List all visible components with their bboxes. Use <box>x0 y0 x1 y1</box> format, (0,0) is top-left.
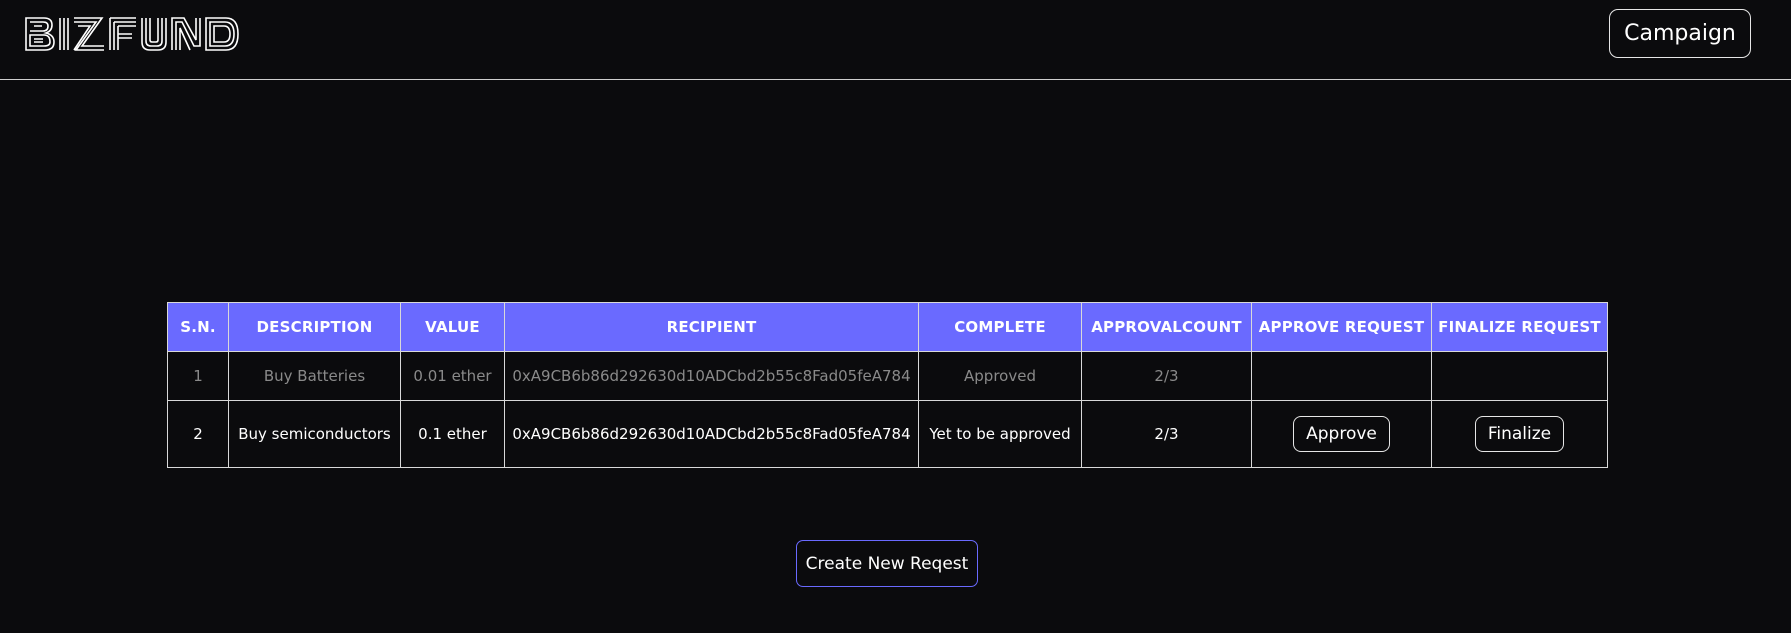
header-value: VALUE <box>400 302 505 352</box>
create-new-request-button[interactable]: Create New Reqest <box>796 540 978 587</box>
cell-value: 0.01 ether <box>400 351 505 401</box>
cell-finalize-request <box>1431 351 1608 401</box>
table-header-row: S.N. DESCRIPTION VALUE RECIPIENT COMPLET… <box>167 302 1608 352</box>
bizfund-logo[interactable] <box>24 14 250 54</box>
table-row: 1 Buy Batteries 0.01 ether 0xA9CB6b86d29… <box>167 351 1608 401</box>
header-complete: COMPLETE <box>918 302 1082 352</box>
header-description: DESCRIPTION <box>228 302 401 352</box>
cell-finalize-request: Finalize <box>1431 400 1608 468</box>
cell-recipient: 0xA9CB6b86d292630d10ADCbd2b55c8Fad05feA7… <box>504 351 919 401</box>
campaign-button[interactable]: Campaign <box>1609 9 1751 58</box>
requests-table: S.N. DESCRIPTION VALUE RECIPIENT COMPLET… <box>167 302 1608 468</box>
header-approval-count: APPROVALCOUNT <box>1081 302 1252 352</box>
cell-approval-count: 2/3 <box>1081 400 1252 468</box>
table-row: 2 Buy semiconductors 0.1 ether 0xA9CB6b8… <box>167 400 1608 468</box>
cell-description: Buy semiconductors <box>228 400 401 468</box>
requests-table-container: S.N. DESCRIPTION VALUE RECIPIENT COMPLET… <box>167 302 1608 468</box>
cell-approval-count: 2/3 <box>1081 351 1252 401</box>
cell-sn: 1 <box>167 351 229 401</box>
cell-value: 0.1 ether <box>400 400 505 468</box>
finalize-button[interactable]: Finalize <box>1474 416 1565 452</box>
cell-recipient: 0xA9CB6b86d292630d10ADCbd2b55c8Fad05feA7… <box>504 400 919 468</box>
header-sn: S.N. <box>167 302 229 352</box>
navbar: Campaign <box>0 0 1791 80</box>
cell-sn: 2 <box>167 400 229 468</box>
cell-complete: Approved <box>918 351 1082 401</box>
header-finalize-request: FINALIZE REQUEST <box>1431 302 1608 352</box>
cell-approve-request: Approve <box>1251 400 1432 468</box>
approve-button[interactable]: Approve <box>1293 416 1390 452</box>
cell-complete: Yet to be approved <box>918 400 1082 468</box>
cell-description: Buy Batteries <box>228 351 401 401</box>
cell-approve-request <box>1251 351 1432 401</box>
header-recipient: RECIPIENT <box>504 302 919 352</box>
header-approve-request: APPROVE REQUEST <box>1251 302 1432 352</box>
